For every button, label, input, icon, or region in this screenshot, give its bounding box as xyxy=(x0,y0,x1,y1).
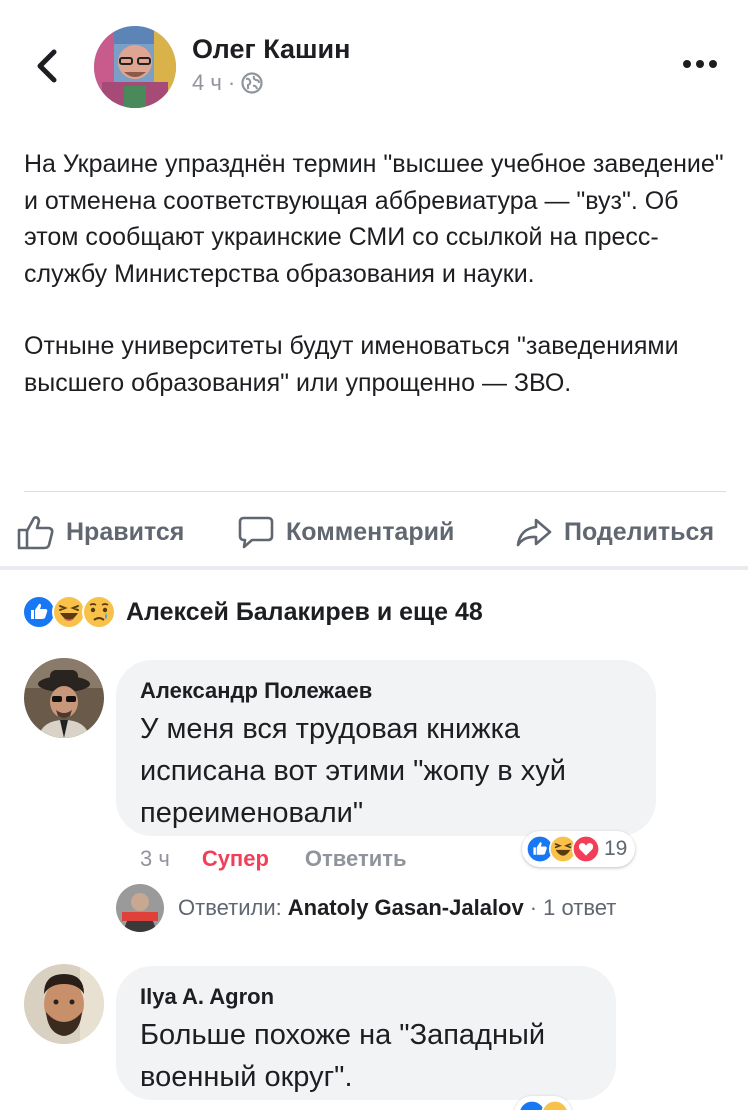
more-dots-icon xyxy=(683,60,717,68)
section-separator xyxy=(0,566,748,570)
commenter-avatar[interactable] xyxy=(24,964,104,1044)
comment-meta: 3 ч Супер Ответить xyxy=(140,846,407,872)
comment-label: Комментарий xyxy=(286,517,455,546)
comment-reactions[interactable]: 19 xyxy=(522,831,636,867)
author-name[interactable]: Олег Кашин xyxy=(192,34,350,65)
author-avatar[interactable] xyxy=(94,26,176,108)
globe-icon xyxy=(241,72,263,94)
divider xyxy=(24,491,726,492)
post-time[interactable]: 4 ч xyxy=(192,70,222,96)
comment-text: У меня вся трудовая книжка исписана вот … xyxy=(140,713,566,829)
reactions-summary-text: Алексей Балакирев и еще 48 xyxy=(126,597,483,626)
post-paragraph: На Украине упразднён термин "высшее учеб… xyxy=(24,150,724,288)
reply-author-avatar xyxy=(116,884,164,932)
commenter-avatar[interactable] xyxy=(24,658,104,738)
meta-separator: · xyxy=(227,70,236,95)
replies-author: Anatoly Gasan-Jalalov xyxy=(287,895,524,920)
like-label: Нравится xyxy=(66,517,185,546)
action-bar: Нравится Комментарий Поделиться xyxy=(0,500,748,564)
sad-reaction-icon xyxy=(82,595,116,629)
like-button[interactable]: Нравится xyxy=(16,500,184,564)
haha-reaction-icon xyxy=(52,595,86,629)
replies-link[interactable]: Ответили: Anatoly Gasan-Jalalov · 1 отве… xyxy=(116,884,616,932)
post-meta: 4 ч · xyxy=(192,70,263,96)
comment-text: Больше похоже на "Западный военный округ… xyxy=(140,1019,546,1093)
comment-bubble[interactable]: Ilya A. Agron Больше похоже на "Западный… xyxy=(116,966,616,1100)
reply-button[interactable]: Ответить xyxy=(305,846,407,872)
haha-reaction-icon xyxy=(541,1100,569,1110)
comment-icon xyxy=(238,516,274,549)
like-reaction-icon xyxy=(22,595,56,629)
more-options-button[interactable] xyxy=(682,52,718,76)
reaction-count: 19 xyxy=(604,837,628,860)
comment-author[interactable]: Александр Полежаев xyxy=(140,678,632,704)
comment-time[interactable]: 3 ч xyxy=(140,846,170,872)
comment-button[interactable]: Комментарий xyxy=(236,500,454,564)
share-icon xyxy=(516,518,552,547)
comment-author[interactable]: Ilya A. Agron xyxy=(140,984,592,1010)
reactions-summary[interactable]: Алексей Балакирев и еще 48 xyxy=(22,590,483,634)
share-button[interactable]: Поделиться xyxy=(514,500,714,564)
post-header: Олег Кашин 4 ч · xyxy=(0,0,748,130)
post-body: На Украине упразднён термин "высшее учеб… xyxy=(24,146,724,437)
back-button[interactable] xyxy=(30,46,66,86)
share-label: Поделиться xyxy=(564,517,715,546)
replies-prefix: Ответили: xyxy=(178,895,282,920)
reaction-icons xyxy=(22,595,116,629)
react-button[interactable]: Супер xyxy=(202,846,269,872)
love-reaction-icon xyxy=(572,835,600,863)
comment-reactions[interactable] xyxy=(514,1096,572,1110)
replies-count: · 1 ответ xyxy=(529,895,617,920)
chevron-left-icon xyxy=(37,49,57,83)
post-paragraph: Отныне университеты будут именоваться "з… xyxy=(24,332,679,397)
thumbs-up-icon xyxy=(17,516,54,550)
comment-bubble[interactable]: Александр Полежаев У меня вся трудовая к… xyxy=(116,660,656,836)
